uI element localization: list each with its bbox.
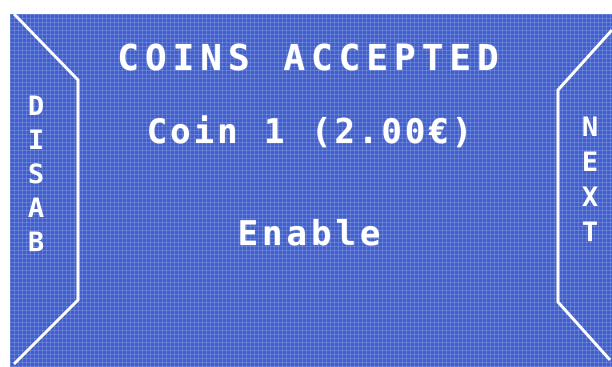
- next-label-char: X: [581, 182, 599, 213]
- coin-status: Enable: [237, 214, 385, 254]
- next-label-char: E: [581, 147, 599, 178]
- disable-label-char: B: [27, 227, 45, 258]
- disable-label-char: S: [27, 159, 45, 190]
- next-label-char: T: [581, 217, 599, 248]
- lcd-screen: COINS ACCEPTED Coin 1 (2.00€) Enable D I…: [10, 14, 612, 367]
- disable-label-char: D: [27, 91, 45, 122]
- disable-button-label: D I S A B: [16, 90, 56, 260]
- coin-line: Coin 1 (2.00€): [146, 112, 476, 152]
- next-label-char: N: [581, 112, 599, 143]
- disable-label-char: I: [27, 125, 45, 156]
- disable-label-char: A: [27, 193, 45, 224]
- display-frame: COINS ACCEPTED Coin 1 (2.00€) Enable D I…: [0, 0, 612, 367]
- screen-title: COINS ACCEPTED: [117, 38, 505, 79]
- next-button-label: N E X T: [570, 110, 610, 250]
